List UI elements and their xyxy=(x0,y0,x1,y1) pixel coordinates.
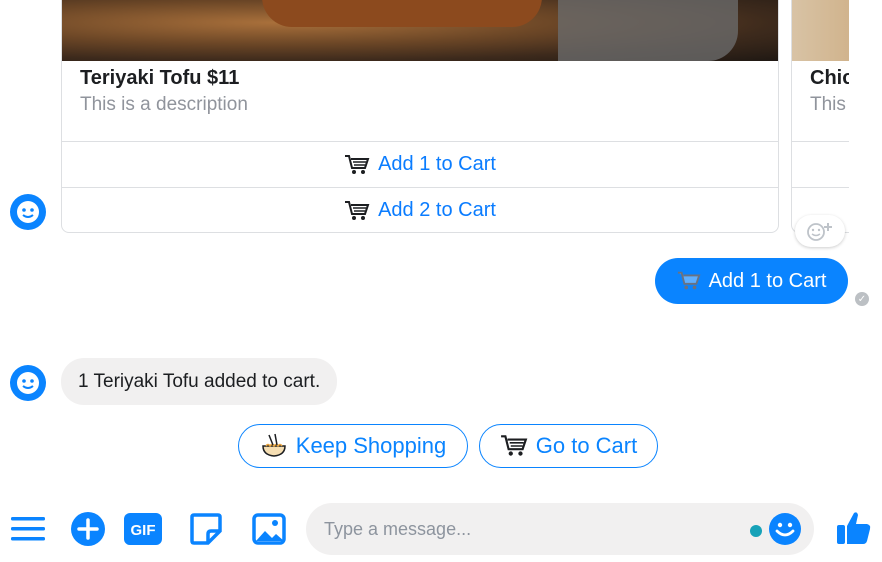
cart-icon xyxy=(677,271,701,290)
add-2-to-cart-button[interactable]: Add 2 to Cart xyxy=(62,187,778,232)
thumbs-up-icon[interactable] xyxy=(834,508,874,548)
gif-icon[interactable]: GIF xyxy=(123,511,163,547)
sticker-icon[interactable] xyxy=(188,511,224,547)
add-2-label: Add 2 to Cart xyxy=(378,199,496,221)
product-card-next[interactable]: Chic This xyxy=(791,0,849,233)
quick-reply-go-to-cart[interactable]: Go to Cart xyxy=(479,424,658,468)
message-composer: GIF xyxy=(0,496,882,562)
user-message-bubble: Add 1 to Cart xyxy=(655,258,848,304)
cart-icon xyxy=(345,200,370,220)
card-next-button-1[interactable] xyxy=(792,141,849,187)
bot-face-icon xyxy=(17,201,39,223)
menu-icon[interactable] xyxy=(10,511,46,547)
svg-text:GIF: GIF xyxy=(131,522,156,539)
image-icon[interactable] xyxy=(251,511,287,547)
status-dot xyxy=(750,525,762,537)
add-icon[interactable] xyxy=(70,511,106,547)
add-reaction-button[interactable] xyxy=(795,215,845,247)
seen-check-icon: ✓ xyxy=(855,292,869,306)
cart-icon xyxy=(345,154,370,174)
quick-reply-keep-shopping[interactable]: Keep Shopping xyxy=(238,424,468,468)
add-1-label: Add 1 to Cart xyxy=(378,153,496,175)
product-title-next: Chic xyxy=(810,67,849,89)
message-input[interactable] xyxy=(306,503,814,555)
product-card: Teriyaki Tofu $11 This is a description … xyxy=(61,0,779,233)
noodle-bowl-icon xyxy=(262,433,286,457)
emoji-plus-icon xyxy=(807,223,832,241)
bot-avatar xyxy=(10,365,46,401)
bot-message-text: 1 Teriyaki Tofu added to cart. xyxy=(78,370,321,392)
add-1-to-cart-button[interactable]: Add 1 to Cart xyxy=(62,141,778,187)
go-to-cart-label: Go to Cart xyxy=(535,433,638,458)
cart-icon xyxy=(500,435,528,456)
product-image-next xyxy=(792,0,849,61)
product-image xyxy=(62,0,778,61)
bot-face-icon xyxy=(17,372,39,394)
product-description-next: This xyxy=(810,94,846,115)
product-carousel[interactable]: Teriyaki Tofu $11 This is a description … xyxy=(0,0,849,250)
emoji-icon[interactable] xyxy=(768,512,802,546)
product-description: This is a description xyxy=(80,94,248,115)
bot-message-bubble: 1 Teriyaki Tofu added to cart. xyxy=(61,358,338,405)
bot-avatar xyxy=(10,194,46,230)
product-title: Teriyaki Tofu $11 xyxy=(80,67,240,89)
keep-shopping-label: Keep Shopping xyxy=(295,433,447,458)
user-message-text: Add 1 to Cart xyxy=(708,269,827,292)
